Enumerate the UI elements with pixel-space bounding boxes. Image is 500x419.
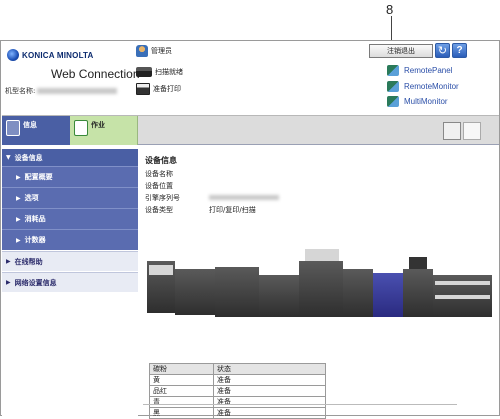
table-row: 黄 准备 xyxy=(149,374,326,386)
field-label: 设备类型 xyxy=(145,206,173,214)
logout-button[interactable]: 注销退出 xyxy=(369,44,433,58)
model-name-value-redacted xyxy=(37,88,118,94)
toner-status-cell: 准备 xyxy=(213,385,326,397)
help-icon[interactable]: ? xyxy=(452,43,467,58)
toner-status-cell: 准备 xyxy=(213,407,326,419)
print-status: 准备打印 xyxy=(136,83,181,95)
model-name-row: 机型名称: xyxy=(5,86,118,96)
caret-right-icon: ▶ xyxy=(16,173,21,181)
info-icon xyxy=(6,120,20,136)
refresh-icon[interactable]: ↻ xyxy=(435,43,450,58)
remote-panel-label: RemotePanel xyxy=(404,66,453,75)
sidebar-item-label: 计数器 xyxy=(24,236,46,244)
box-settings-icon[interactable] xyxy=(443,122,461,140)
tab-information[interactable]: 信息 xyxy=(2,116,70,145)
toner-color-cell: 黑 xyxy=(149,407,214,419)
remote-panel-link[interactable]: RemotePanel xyxy=(387,65,452,76)
serial-number-redacted xyxy=(209,195,279,200)
tab-information-label: 信息 xyxy=(23,121,37,129)
remote-monitor-label: RemoteMonitor xyxy=(404,82,459,91)
sidebar-item-network-settings[interactable]: ▶ 网络设置信息 xyxy=(2,272,138,292)
caret-down-icon: ▼ xyxy=(6,154,11,161)
column-header-toner: 碳粉 xyxy=(149,363,214,375)
remote-panel-icon xyxy=(387,65,399,76)
info-row-device-location: 设备位置 xyxy=(145,181,209,191)
sidebar-item-counter[interactable]: ▶ 计数器 xyxy=(2,229,138,250)
toner-status-cell: 准备 xyxy=(213,396,326,408)
sidebar-item-options[interactable]: ▶ 选项 xyxy=(2,187,138,208)
page-title: 设备信息 xyxy=(145,156,177,165)
tab-job[interactable]: 作业 xyxy=(70,116,138,145)
sidebar-item-consumables[interactable]: ▶ 消耗品 xyxy=(2,208,138,229)
field-label: 设备位置 xyxy=(145,182,173,190)
field-value: 打印/复印/扫描 xyxy=(209,206,256,214)
scan-status-label: 扫描就绪 xyxy=(155,68,183,76)
main-content: 设备信息 设备名称 设备位置 引擎序列号 设备类型 打印/复印/扫描 碳粉 状态… xyxy=(141,145,498,419)
field-label: 设备名称 xyxy=(145,170,173,178)
field-label: 引擎序列号 xyxy=(145,194,180,202)
info-row-engine-serial: 引擎序列号 xyxy=(145,193,279,203)
caret-right-icon: ▶ xyxy=(16,194,21,202)
print-status-label: 准备打印 xyxy=(153,85,181,93)
device-illustration xyxy=(147,229,492,333)
remote-monitor-icon xyxy=(387,81,399,92)
admin-label: 管理员 xyxy=(151,47,172,55)
table-row: 黑 准备 xyxy=(149,407,326,419)
toner-color-cell: 品红 xyxy=(149,385,214,397)
brand-name: KONICA MINOLTA xyxy=(22,50,94,60)
sidebar-item-label: 选项 xyxy=(24,194,39,202)
toner-status-table: 碳粉 状态 黄 准备 品红 准备 青 准备 黑 准备 xyxy=(149,363,326,419)
sidebar-item-label: 配置概要 xyxy=(24,173,53,181)
sidebar: ▼ 设备信息 ▶ 配置概要 ▶ 选项 ▶ 消耗品 ▶ 计数器 ▶ 在线帮助 ▶ … xyxy=(2,145,138,417)
toner-status-cell: 准备 xyxy=(213,374,326,386)
sidebar-item-label: 消耗品 xyxy=(24,215,46,223)
tab-job-label: 作业 xyxy=(91,121,105,129)
web-connection-window: KONICA MINOLTA Web Connection 机型名称: 管理员 … xyxy=(0,40,500,419)
printer-icon xyxy=(136,83,150,95)
sidebar-item-config-summary[interactable]: ▶ 配置概要 xyxy=(2,166,138,187)
column-header-status: 状态 xyxy=(213,363,326,375)
model-name-label: 机型名称: xyxy=(5,87,36,95)
sidebar-item-label: 网络设置信息 xyxy=(14,278,57,287)
multi-monitor-link[interactable]: MultiMonitor xyxy=(387,96,448,107)
caret-right-icon: ▶ xyxy=(16,236,21,244)
admin-indicator[interactable]: 管理员 xyxy=(136,45,172,57)
table-header-row: 碳粉 状态 xyxy=(149,363,326,375)
callout-line xyxy=(391,16,392,42)
sidebar-item-device-info[interactable]: ▼ 设备信息 xyxy=(2,149,138,166)
store-address-icon[interactable] xyxy=(463,122,481,140)
admin-user-icon xyxy=(136,45,148,57)
table-row: 青 准备 xyxy=(149,396,326,408)
callout-number: 8 xyxy=(386,2,394,17)
caret-right-icon: ▶ xyxy=(16,215,21,223)
konica-minolta-logo-icon xyxy=(7,49,19,61)
multi-monitor-label: MultiMonitor xyxy=(404,97,448,106)
caret-right-icon: ▶ xyxy=(6,279,11,286)
sidebar-item-label: 在线帮助 xyxy=(14,257,43,266)
table-row: 品红 准备 xyxy=(149,385,326,397)
sidebar-item-online-help[interactable]: ▶ 在线帮助 xyxy=(2,251,138,271)
scanner-icon xyxy=(136,67,152,77)
caret-right-icon: ▶ xyxy=(6,258,11,265)
brand-logo: KONICA MINOLTA xyxy=(7,49,94,61)
scan-status: 扫描就绪 xyxy=(136,67,183,77)
job-icon xyxy=(74,120,88,136)
sidebar-item-label: 设备信息 xyxy=(14,153,43,162)
footer-divider xyxy=(143,404,457,405)
toner-color-cell: 黄 xyxy=(149,374,214,386)
app-title: Web Connection xyxy=(51,67,140,81)
info-row-device-type: 设备类型 打印/复印/扫描 xyxy=(145,205,256,215)
remote-monitor-link[interactable]: RemoteMonitor xyxy=(387,81,459,92)
main-tab-bar: 信息 作业 xyxy=(2,115,499,145)
info-row-device-name: 设备名称 xyxy=(145,169,209,179)
multi-monitor-icon xyxy=(387,96,399,107)
toner-color-cell: 青 xyxy=(149,396,214,408)
